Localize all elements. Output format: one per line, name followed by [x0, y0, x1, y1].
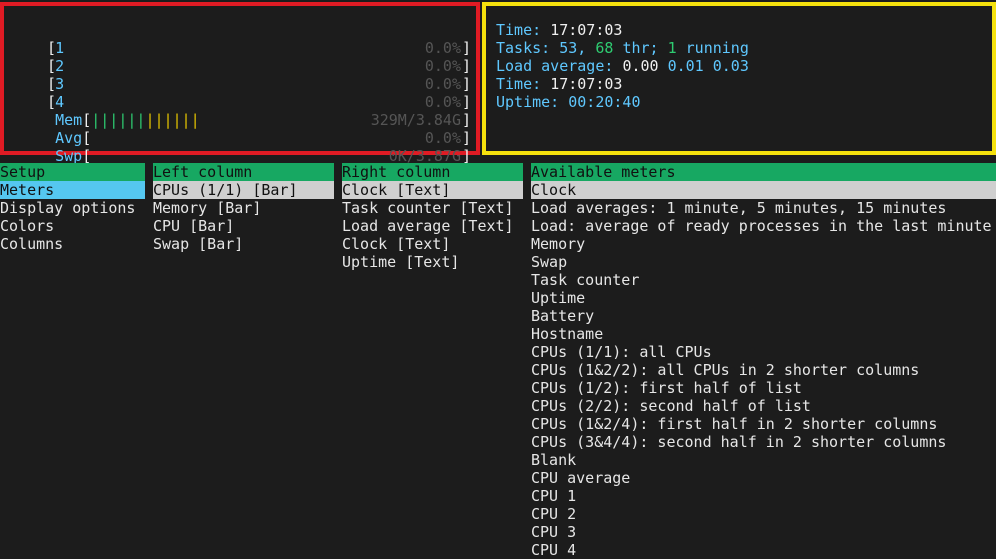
available-meter-item[interactable]: CPUs (1&2/4): first half in 2 shorter co… [531, 415, 996, 433]
available-meter-item[interactable]: CPU 1 [531, 487, 996, 505]
available-meter-item[interactable]: Battery [531, 307, 996, 325]
available-meter-item[interactable]: CPUs (3&4/4): second half in 2 shorter c… [531, 433, 996, 451]
clock-label: Time: [496, 21, 542, 39]
left-column-item[interactable]: CPUs (1/1) [Bar] [153, 181, 334, 199]
right-column-item[interactable]: Clock [Text] [342, 181, 523, 199]
load-5min: 0.01 [667, 57, 704, 75]
available-meter-item[interactable]: CPUs (1&2/2): all CPUs in 2 shorter colu… [531, 361, 996, 379]
available-meter-item[interactable]: Uptime [531, 289, 996, 307]
left-column-header: Left column [153, 163, 334, 181]
load-1min: 0.00 [622, 57, 659, 75]
left-column-list: Left column CPUs (1/1) [Bar] Memory [Bar… [153, 163, 334, 253]
mem-meter: Mem[|||||||||||| 329M/3.84G] [19, 93, 471, 129]
right-column-item[interactable]: Task counter [Text] [342, 199, 523, 217]
setup-item-colors[interactable]: Colors [0, 217, 145, 235]
clock-value: 17:07:03 [550, 21, 623, 39]
tasks-running: 1 [667, 39, 677, 57]
setup-item-columns[interactable]: Columns [0, 235, 145, 253]
left-column-item[interactable]: CPU [Bar] [153, 217, 334, 235]
available-meter-item[interactable]: CPU 2 [531, 505, 996, 523]
left-column-item[interactable]: Memory [Bar] [153, 199, 334, 217]
load-15min: 0.03 [712, 57, 749, 75]
cpu-meter-3: 3[0.0%] [19, 57, 471, 93]
cpu-meter-4: 4[0.0%] [19, 75, 471, 111]
cpu-meter-1: 1[0.0%] [19, 21, 471, 57]
load-average-meter: Load average: 0.00 0.01 0.03 [496, 57, 749, 75]
clock-meter-1: Time: 17:07:03 [496, 21, 622, 39]
available-meters-header: Available meters [531, 163, 996, 181]
setup-header: Setup [0, 163, 145, 181]
available-meter-item[interactable]: CPU average [531, 469, 996, 487]
tasks-threads: 68 [595, 39, 614, 57]
setup-item-display-options[interactable]: Display options [0, 199, 145, 217]
clock-label: Time: [496, 75, 542, 93]
load-label: Load average: [496, 57, 614, 75]
uptime-meter: Uptime: 00:20:40 [496, 93, 641, 111]
right-column-list: Right column Clock [Text] Task counter [… [342, 163, 523, 271]
right-column-item[interactable]: Load average [Text] [342, 217, 523, 235]
left-column-item[interactable]: Swap [Bar] [153, 235, 334, 253]
available-meter-item[interactable]: Load averages: 1 minute, 5 minutes, 15 m… [531, 199, 996, 217]
available-meter-item[interactable]: Task counter [531, 271, 996, 289]
setup-item-meters[interactable]: Meters [0, 181, 145, 199]
tasks-count: 53, [559, 39, 587, 57]
available-meter-item[interactable]: Load: average of ready processes in the … [531, 217, 996, 235]
available-meter-item[interactable]: CPU 3 [531, 523, 996, 541]
right-column-item[interactable]: Uptime [Text] [342, 253, 523, 271]
available-meter-item[interactable]: CPUs (1/1): all CPUs [531, 343, 996, 361]
available-meter-item[interactable]: Memory [531, 235, 996, 253]
tasks-label: Tasks: [496, 39, 551, 57]
tasks-threads-label: thr; [622, 39, 659, 57]
cpu-meter-2: 2[0.0%] [19, 39, 471, 75]
available-meter-item[interactable]: CPUs (1/2): first half of list [531, 379, 996, 397]
available-meter-item[interactable]: Clock [531, 181, 996, 199]
available-meter-item[interactable]: CPUs (2/2): second half of list [531, 397, 996, 415]
tasks-running-label: running [685, 39, 749, 57]
right-column-header: Right column [342, 163, 523, 181]
clock-meter-2: Time: 17:07:03 [496, 75, 622, 93]
available-meter-item[interactable]: Swap [531, 253, 996, 271]
available-meter-item[interactable]: Hostname [531, 325, 996, 343]
right-column-item[interactable]: Clock [Text] [342, 235, 523, 253]
uptime-label: Uptime: [496, 93, 560, 111]
right-meters-panel: Time: 17:07:03 Tasks: 53, 68 thr; 1 runn… [482, 2, 996, 155]
task-counter-meter: Tasks: 53, 68 thr; 1 running [496, 39, 749, 57]
avg-meter: Avg[0.0%] [19, 111, 471, 147]
available-meters-list: Available meters Clock Load averages: 1 … [531, 163, 996, 559]
swp-meter: Swp[0K/3.87G] [19, 129, 471, 165]
clock-value: 17:07:03 [550, 75, 623, 93]
uptime-value: 00:20:40 [568, 93, 641, 111]
available-meter-item[interactable]: CPU 4 [531, 541, 996, 559]
available-meter-item[interactable]: Blank [531, 451, 996, 469]
setup-column: Setup Meters Display options Colors Colu… [0, 163, 145, 253]
left-meters-panel: 1[0.0%] 2[0.0%] 3[0.0%] 4[0.0%] Mem[||||… [0, 2, 480, 165]
